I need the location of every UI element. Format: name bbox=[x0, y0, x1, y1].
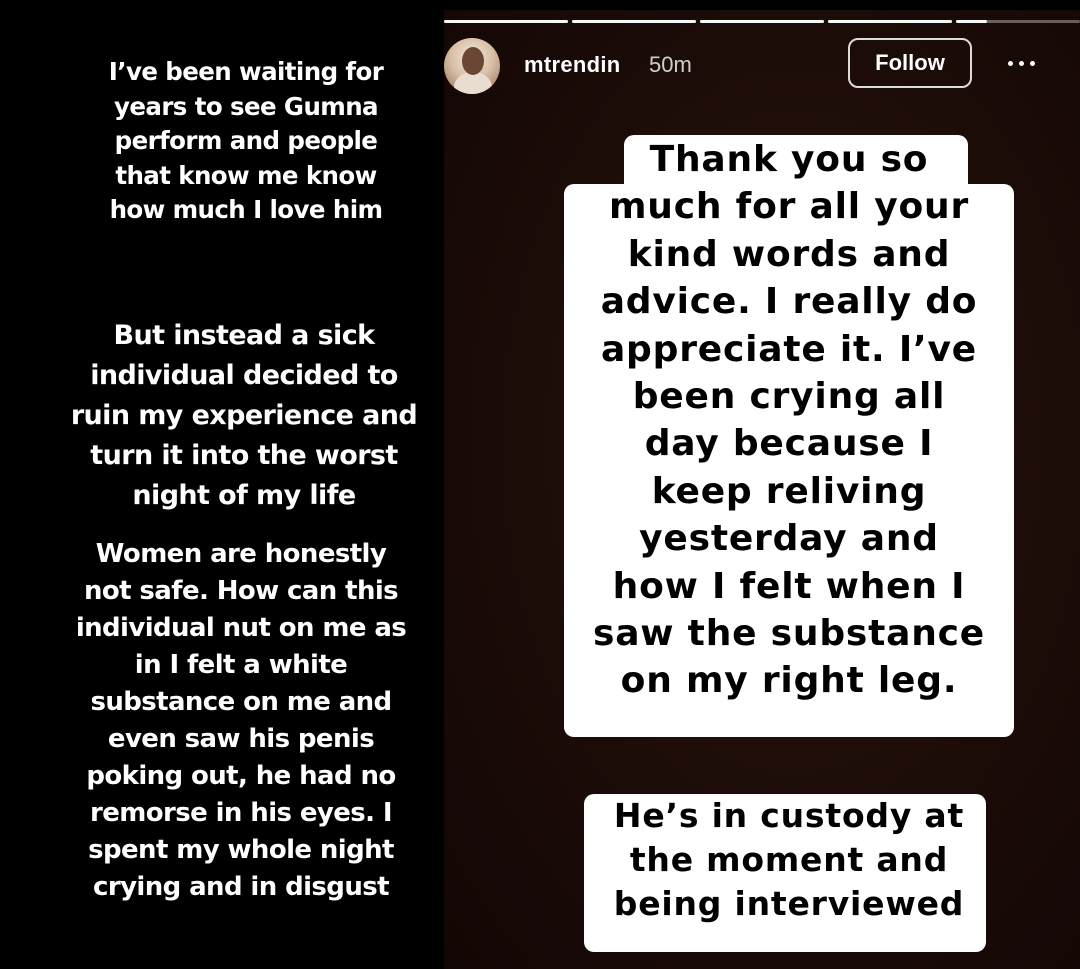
story-progress-fill bbox=[572, 20, 696, 23]
story-text-paragraph-2: But instead a sick individual decided to… bbox=[70, 320, 418, 511]
right-story-panel[interactable]: mtrendin 50m Follow Thank you so much fo… bbox=[444, 10, 1080, 969]
username-link[interactable]: mtrendin bbox=[524, 52, 621, 78]
story-text-paragraph-1: I’ve been waiting for years to see Gumna… bbox=[108, 57, 384, 224]
follow-button[interactable]: Follow bbox=[848, 38, 972, 88]
text-sticker-thank-you: Thank you so much for all your kind word… bbox=[592, 139, 986, 702]
story-progress-fill bbox=[956, 20, 987, 23]
profile-avatar[interactable] bbox=[444, 38, 500, 94]
left-story-panel: I’ve been waiting for years to see Gumna… bbox=[0, 0, 444, 969]
story-progress-fill bbox=[444, 20, 568, 23]
more-options-icon[interactable] bbox=[1006, 58, 1038, 70]
story-progress-bars bbox=[444, 20, 1080, 23]
story-progress-segment bbox=[572, 20, 696, 23]
story-timestamp: 50m bbox=[649, 52, 692, 77]
story-progress-segment bbox=[444, 20, 568, 23]
text-sticker-custody: He’s in custody at the moment and being … bbox=[613, 796, 965, 923]
story-progress-segment bbox=[828, 20, 952, 23]
story-progress-fill bbox=[828, 20, 952, 23]
story-header: mtrendin 50m Follow bbox=[444, 36, 1080, 94]
story-text-paragraph-3: Women are honestly not safe. How can thi… bbox=[75, 539, 407, 902]
story-progress-fill bbox=[700, 20, 824, 23]
story-progress-segment bbox=[700, 20, 824, 23]
story-progress-segment bbox=[956, 20, 1080, 23]
